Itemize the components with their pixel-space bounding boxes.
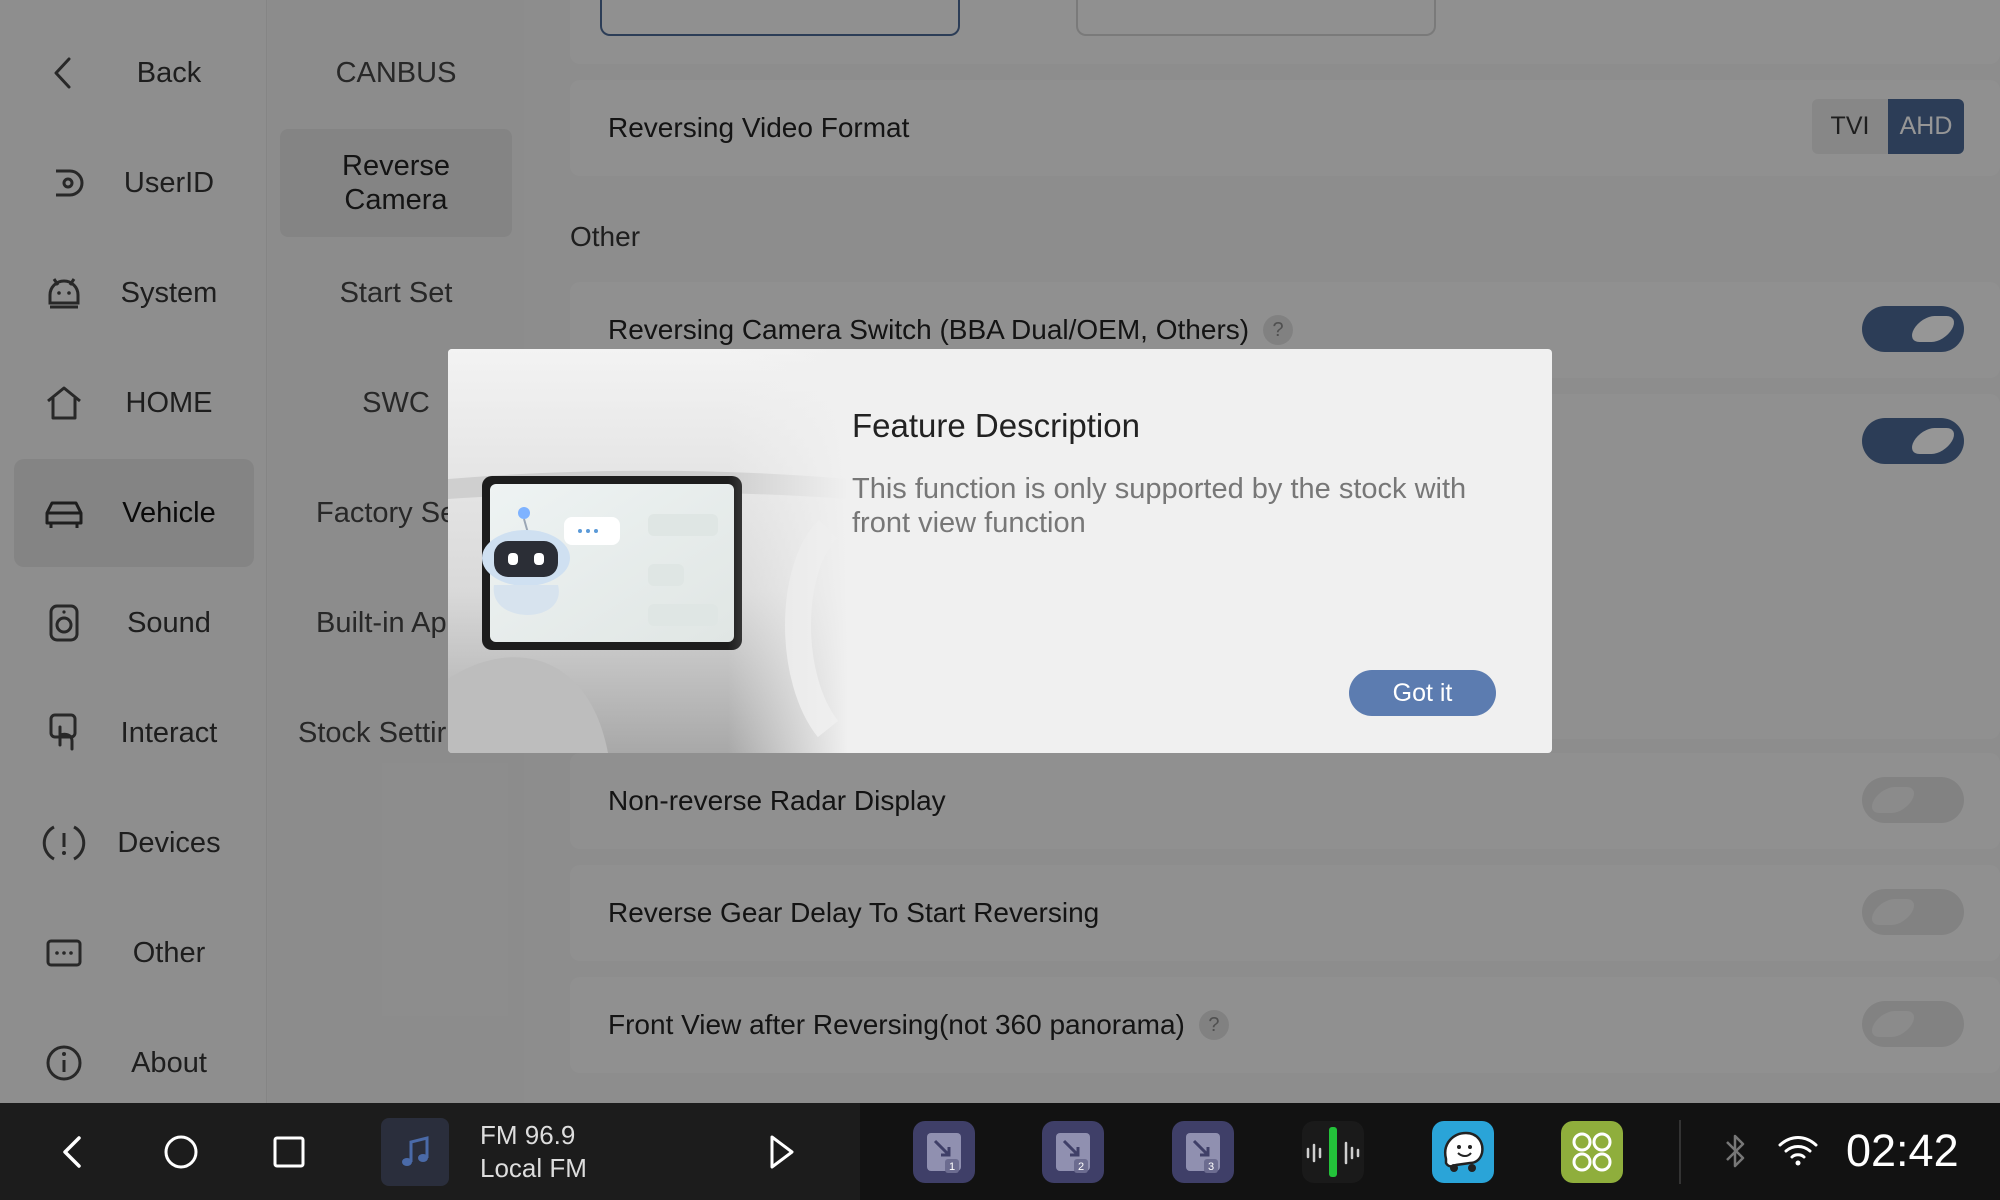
play-button[interactable] [758, 1129, 804, 1175]
media-title: FM 96.9 [480, 1120, 576, 1150]
feature-description-dialog: Feature Description This function is onl… [448, 349, 1552, 753]
got-it-button[interactable]: Got it [1349, 670, 1496, 716]
dashboard-illustration [448, 349, 848, 753]
app-split-2[interactable]: 2 [1042, 1121, 1104, 1183]
dialog-title: Feature Description [852, 407, 1140, 444]
waze-app-icon[interactable] [1432, 1121, 1494, 1183]
system-bar: FM 96.9 Local FM 1 2 3 02:42 [0, 1103, 2000, 1200]
circle-home-icon [164, 1135, 198, 1169]
app-split-1[interactable]: 1 [913, 1121, 975, 1183]
nav-back-button[interactable] [50, 1129, 96, 1175]
media-subtitle: Local FM [480, 1153, 587, 1183]
svg-text:2: 2 [1078, 1161, 1084, 1173]
triangle-back-icon [63, 1136, 81, 1168]
play-icon [770, 1135, 794, 1169]
nav-recents-button[interactable] [266, 1129, 312, 1175]
svg-text:1: 1 [949, 1161, 955, 1173]
dialog-description: This function is only supported by the s… [852, 473, 1467, 539]
svg-text:3: 3 [1208, 1161, 1214, 1173]
equalizer-app-icon[interactable] [1302, 1121, 1364, 1183]
clock: 02:42 [1846, 1125, 1959, 1176]
nav-home-button[interactable] [158, 1129, 204, 1175]
music-note-icon [402, 1136, 429, 1166]
app-split-3[interactable]: 3 [1172, 1121, 1234, 1183]
square-recents-icon [273, 1136, 305, 1168]
wifi-icon[interactable] [1776, 1129, 1820, 1173]
media-art[interactable] [381, 1118, 449, 1186]
app-drawer-icon[interactable] [1561, 1121, 1623, 1183]
bluetooth-icon[interactable] [1718, 1131, 1752, 1171]
bar-divider [1679, 1120, 1681, 1184]
